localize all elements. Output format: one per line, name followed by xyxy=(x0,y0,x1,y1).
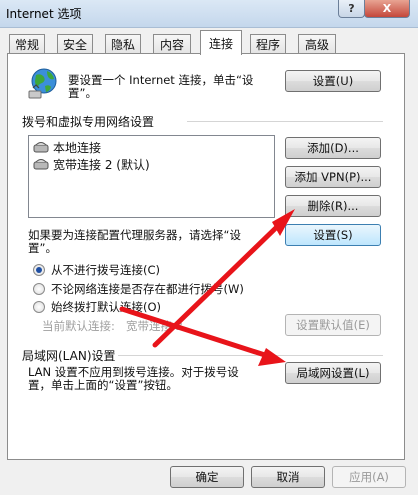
lan-divider xyxy=(118,355,383,356)
globe-network-icon xyxy=(27,66,61,100)
tab-content[interactable]: 内容 xyxy=(153,34,191,54)
tab-connections[interactable]: 连接 xyxy=(200,30,242,55)
radio-label: 不论网络连接是否存在都进行拨号(W) xyxy=(51,282,244,296)
list-item[interactable]: 宽带连接 2 (默认) xyxy=(33,156,150,172)
title-bar: Internet 选项 ? X xyxy=(0,0,418,28)
add-button[interactable]: 添加(D)... xyxy=(285,137,381,159)
set-default-button[interactable]: 设置默认值(E) xyxy=(285,314,381,336)
window-title: Internet 选项 xyxy=(6,7,82,21)
radio-never-dial[interactable]: 从不进行拨号连接(C) xyxy=(33,262,160,278)
connections-panel: 要设置一个 Internet 连接，单击“设 置”。 设置(U) 拨号和虚拟专用… xyxy=(7,53,405,460)
apply-button[interactable]: 应用(A) xyxy=(332,466,406,488)
dialup-divider xyxy=(187,121,383,122)
lan-text-line2: 置，单击上面的“设置”按钮。 xyxy=(28,378,178,392)
close-button[interactable]: X xyxy=(364,0,410,18)
proxy-text-line1: 如果要为连接配置代理服务器，请选择“设 xyxy=(28,228,241,242)
connection-name: 本地连接 xyxy=(53,140,102,155)
tab-programs[interactable]: 程序 xyxy=(250,34,286,54)
radio-dial-whenever[interactable]: 不论网络连接是否存在都进行拨号(W) xyxy=(33,281,244,297)
current-default-label: 当前默认连接: xyxy=(42,319,115,333)
radio-indicator[interactable] xyxy=(33,301,45,313)
help-button[interactable]: ? xyxy=(338,0,365,18)
radio-always-dial-default[interactable]: 始终拨打默认连接(O) xyxy=(33,299,161,315)
dialup-phone-icon xyxy=(33,158,49,170)
dialup-group-title: 拨号和虚拟专用网络设置 xyxy=(22,115,155,129)
setup-button[interactable]: 设置(U) xyxy=(285,70,381,92)
tab-security[interactable]: 安全 xyxy=(57,34,93,54)
radio-indicator[interactable] xyxy=(33,264,45,276)
dialup-phone-icon xyxy=(33,141,49,153)
radio-indicator[interactable] xyxy=(33,283,45,295)
proxy-text-line2: 置”。 xyxy=(28,241,57,255)
ok-button[interactable]: 确定 xyxy=(170,466,244,488)
tab-strip: 常规 安全 隐私 内容 连接 程序 高级 xyxy=(0,28,418,55)
tab-general[interactable]: 常规 xyxy=(9,34,45,54)
radio-label: 从不进行拨号连接(C) xyxy=(51,263,161,277)
connection-name: 宽带连接 2 (默认) xyxy=(53,157,150,172)
connections-listbox[interactable]: 本地连接 宽带连接 2 (默认) xyxy=(28,135,275,218)
cancel-button[interactable]: 取消 xyxy=(251,466,325,488)
delete-button[interactable]: 删除(R)... xyxy=(285,195,381,217)
radio-label: 始终拨打默认连接(O) xyxy=(51,300,162,314)
lan-group-title: 局域网(LAN)设置 xyxy=(22,349,116,363)
tab-advanced[interactable]: 高级 xyxy=(298,34,336,54)
proxy-settings-button[interactable]: 设置(S) xyxy=(285,224,381,246)
add-vpn-button[interactable]: 添加 VPN(P)... xyxy=(285,166,381,188)
lan-settings-button[interactable]: 局域网设置(L) xyxy=(285,362,381,384)
list-item[interactable]: 本地连接 xyxy=(33,139,101,155)
current-default-value: 宽带连接 2 xyxy=(126,319,183,333)
tab-privacy[interactable]: 隐私 xyxy=(105,34,141,54)
setup-text-line2: 置”。 xyxy=(68,86,97,100)
